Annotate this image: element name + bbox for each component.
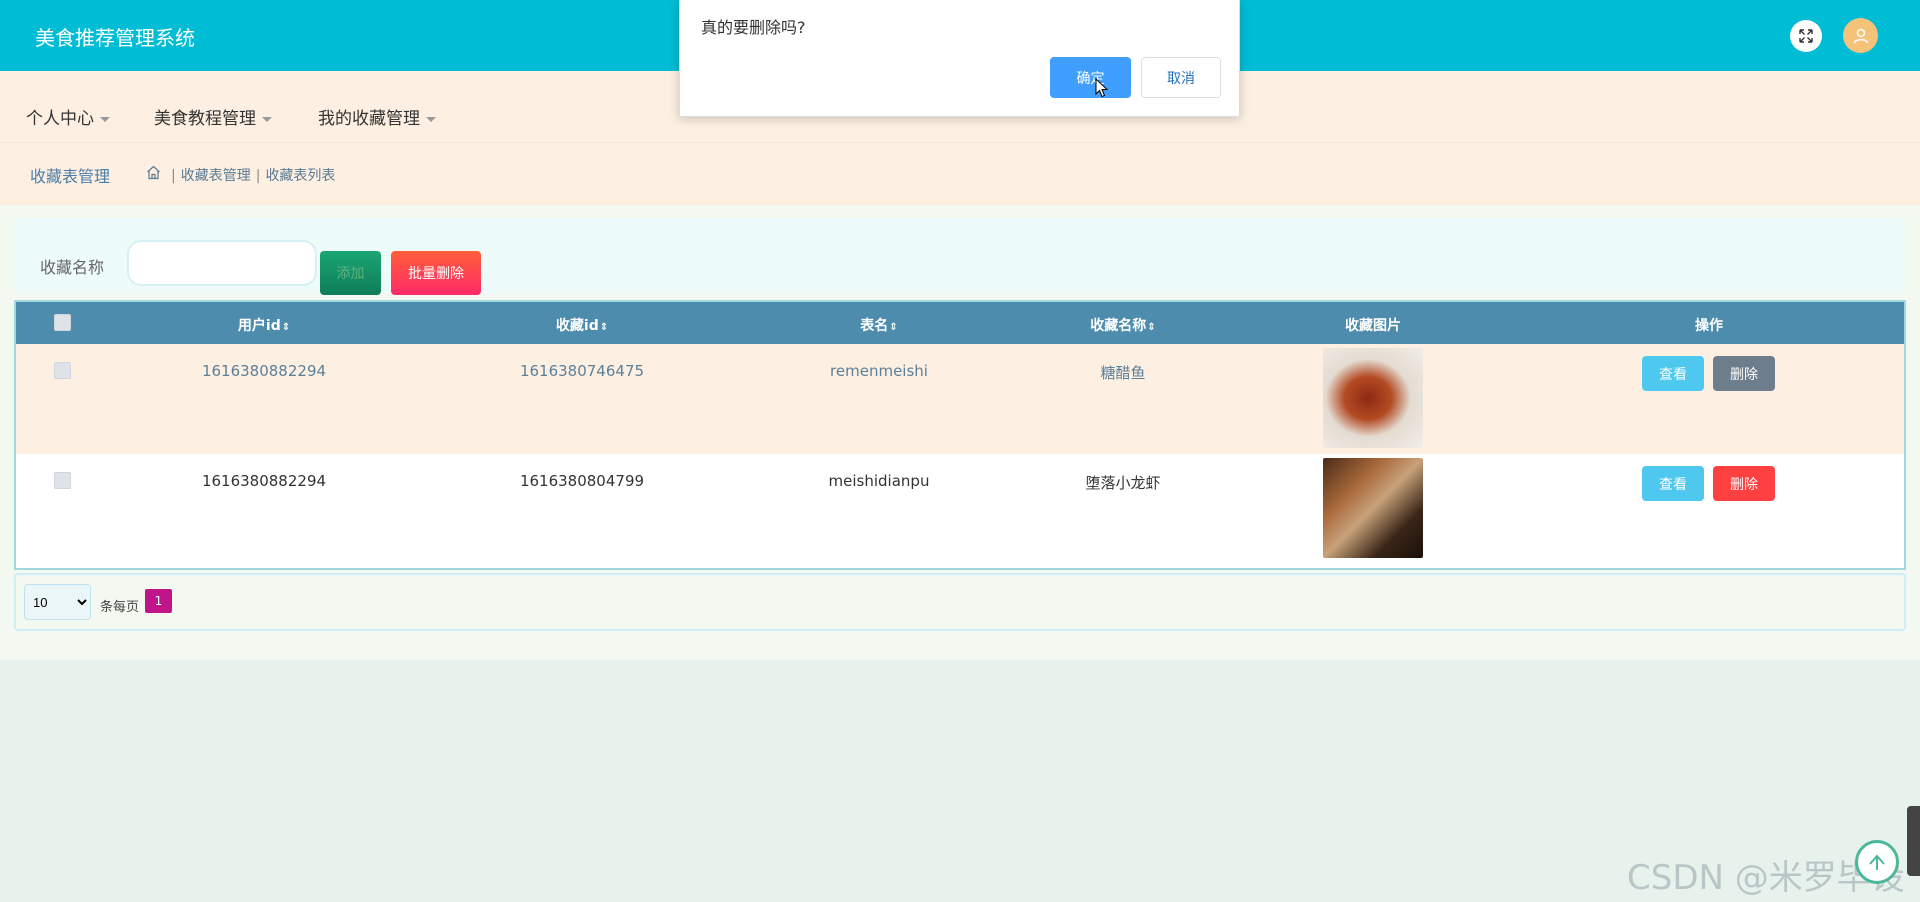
select-all-checkbox[interactable] <box>54 314 71 331</box>
mouse-pointer-icon <box>1095 77 1109 102</box>
page-size-select[interactable]: 10 <box>24 584 91 620</box>
page-number-button[interactable]: 1 <box>145 589 172 613</box>
home-icon[interactable] <box>146 165 161 184</box>
fav-image-thumbnail[interactable] <box>1323 458 1423 558</box>
cell-fav-name: 糖醋鱼 <box>1100 364 1146 382</box>
search-panel: 收藏名称 添加 批量删除 <box>14 218 1906 295</box>
cell-table-name: meishidianpu <box>828 472 930 490</box>
confirm-dialog: 真的要删除吗? 确定 取消 <box>679 0 1240 117</box>
favorites-table: 用户id⇕ 收藏id⇕ 表名⇕ 收藏名称⇕ 收藏图片 操作 1616380882… <box>14 300 1906 570</box>
search-input[interactable] <box>127 240 317 286</box>
view-button[interactable]: 查看 <box>1642 356 1704 391</box>
main-content: 收藏名称 添加 批量删除 用户id⇕ 收藏id⇕ 表名⇕ 收藏名称⇕ 收藏图片 … <box>0 205 1920 660</box>
table-row: 1616380882294 1616380746475 remenmeishi … <box>16 344 1904 454</box>
cell-user-id: 1616380882294 <box>201 362 327 380</box>
sort-icon: ⇕ <box>1147 322 1156 333</box>
cell-fav-name: 堕落小龙虾 <box>1085 474 1161 492</box>
view-button[interactable]: 查看 <box>1642 466 1704 501</box>
page-title: 收藏表管理 <box>30 167 111 186</box>
column-header-table-name[interactable]: 表名⇕ <box>860 315 897 335</box>
confirm-button[interactable]: 确定 <box>1050 57 1131 98</box>
column-header-fav-name[interactable]: 收藏名称⇕ <box>1090 315 1155 335</box>
cell-fav-id: 1616380804799 <box>519 472 645 490</box>
breadcrumb-item[interactable]: 收藏表管理 <box>181 168 251 184</box>
column-header-actions: 操作 <box>1695 318 1723 334</box>
breadcrumb: | 收藏表管理 | 收藏表列表 <box>171 168 336 184</box>
column-header-fav-id[interactable]: 收藏id⇕ <box>556 315 608 335</box>
row-checkbox[interactable] <box>54 362 71 379</box>
cell-user-id: 1616380882294 <box>201 472 327 490</box>
row-checkbox[interactable] <box>54 472 71 489</box>
cancel-button[interactable]: 取消 <box>1141 57 1221 98</box>
fav-image-thumbnail[interactable] <box>1323 348 1423 448</box>
dialog-message: 真的要删除吗? <box>701 18 806 37</box>
pagination: 10 条每页 1 <box>14 573 1906 631</box>
caret-down-icon <box>426 116 436 122</box>
caret-down-icon <box>100 116 110 122</box>
delete-button[interactable]: 删除 <box>1713 356 1775 391</box>
nav-item-recipe-management[interactable]: 美食教程管理 <box>154 104 272 129</box>
sort-icon: ⇕ <box>599 322 609 333</box>
add-button[interactable]: 添加 <box>320 251 381 295</box>
nav-item-favorites-management[interactable]: 我的收藏管理 <box>318 104 436 129</box>
column-header-user-id[interactable]: 用户id⇕ <box>238 315 290 335</box>
column-header-fav-image: 收藏图片 <box>1345 318 1401 334</box>
caret-down-icon <box>262 116 272 122</box>
breadcrumb-bar: 收藏表管理 | 收藏表管理 | 收藏表列表 <box>0 143 1920 205</box>
cell-fav-id: 1616380746475 <box>519 362 645 380</box>
breadcrumb-item: 收藏表列表 <box>265 168 336 184</box>
batch-delete-button[interactable]: 批量删除 <box>391 251 481 295</box>
back-to-top-icon[interactable] <box>1855 840 1899 884</box>
sort-icon: ⇕ <box>889 322 898 333</box>
table-header: 用户id⇕ 收藏id⇕ 表名⇕ 收藏名称⇕ 收藏图片 操作 <box>16 302 1904 344</box>
sort-icon: ⇕ <box>281 322 291 333</box>
cell-table-name: remenmeishi <box>830 362 928 380</box>
table-row: 1616380882294 1616380804799 meishidianpu… <box>16 454 1904 564</box>
user-avatar-icon[interactable] <box>1843 18 1878 53</box>
delete-button[interactable]: 删除 <box>1713 466 1775 501</box>
nav-item-personal-center[interactable]: 个人中心 <box>26 104 110 129</box>
search-label: 收藏名称 <box>40 258 105 277</box>
app-title: 美食推荐管理系统 <box>35 26 195 50</box>
fullscreen-icon[interactable] <box>1790 20 1822 52</box>
per-page-label: 条每页 <box>100 600 140 615</box>
side-widget[interactable] <box>1907 806 1920 876</box>
